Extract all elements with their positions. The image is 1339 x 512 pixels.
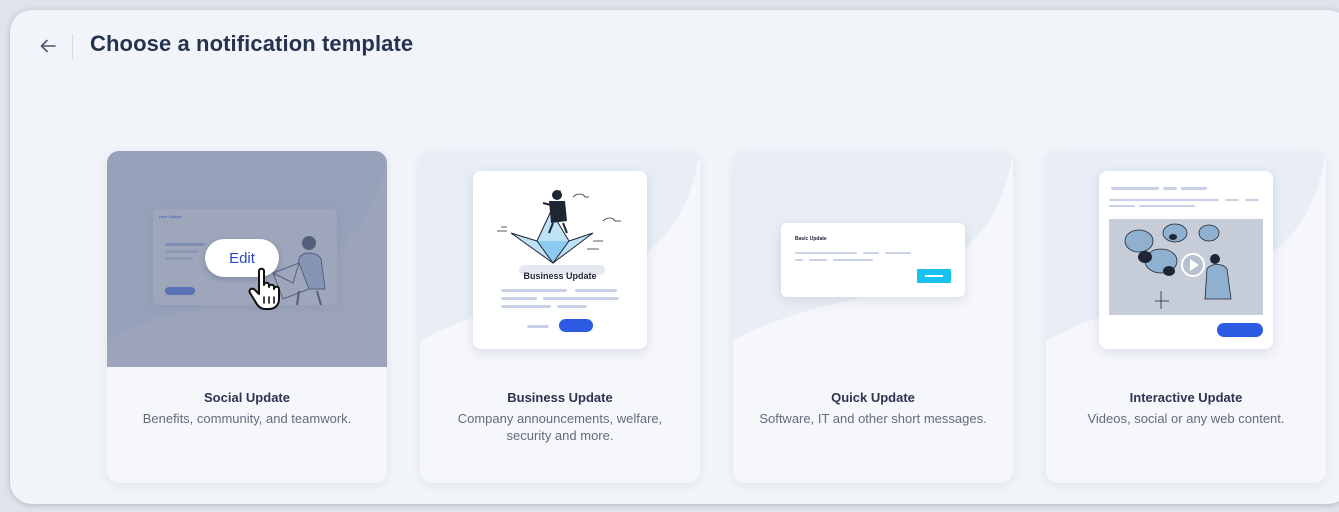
card-description: Software, IT and other short messages. (759, 411, 987, 426)
preview-heading: Business Update (523, 271, 597, 281)
card-description: Benefits, community, and teamwork. (142, 411, 352, 426)
template-card-social-update[interactable]: New Update Edit Social Update (107, 151, 387, 483)
hand-pointer-cursor-icon (248, 267, 280, 310)
template-card-business-update[interactable]: Business Update Business Update Company … (420, 151, 700, 483)
card-title: Social Update (204, 390, 290, 405)
card-thumbnail: Business Update (420, 151, 700, 367)
card-thumbnail (1046, 151, 1326, 367)
preview-card: Business Update (473, 171, 647, 349)
template-panel: Choose a notification template New Updat… (10, 10, 1339, 504)
card-title: Interactive Update (1129, 390, 1243, 405)
video-preview (1109, 219, 1263, 315)
header-divider (72, 34, 73, 60)
preview-card (1099, 171, 1273, 349)
template-card-quick-update[interactable]: Basic Update Quick Update Software, IT a… (733, 151, 1013, 483)
template-card-interactive-update[interactable]: Interactive Update Videos, social or any… (1046, 151, 1326, 483)
card-description: Videos, social or any web content. (1087, 411, 1285, 426)
card-thumbnail: New Update Edit (107, 151, 387, 367)
card-title: Business Update (507, 390, 613, 405)
page-title: Choose a notification template (90, 31, 414, 56)
card-title: Quick Update (831, 390, 915, 405)
video-illustration (1124, 223, 1232, 309)
card-thumbnail: Basic Update (733, 151, 1013, 367)
preview-heading: Basic Update (795, 236, 827, 242)
back-button[interactable] (38, 34, 58, 58)
preview-card: Basic Update (781, 223, 965, 297)
arrow-left-icon (40, 39, 56, 53)
card-description: Company announcements, welfare, security… (457, 411, 663, 443)
paper-boat-illustration (497, 190, 621, 275)
